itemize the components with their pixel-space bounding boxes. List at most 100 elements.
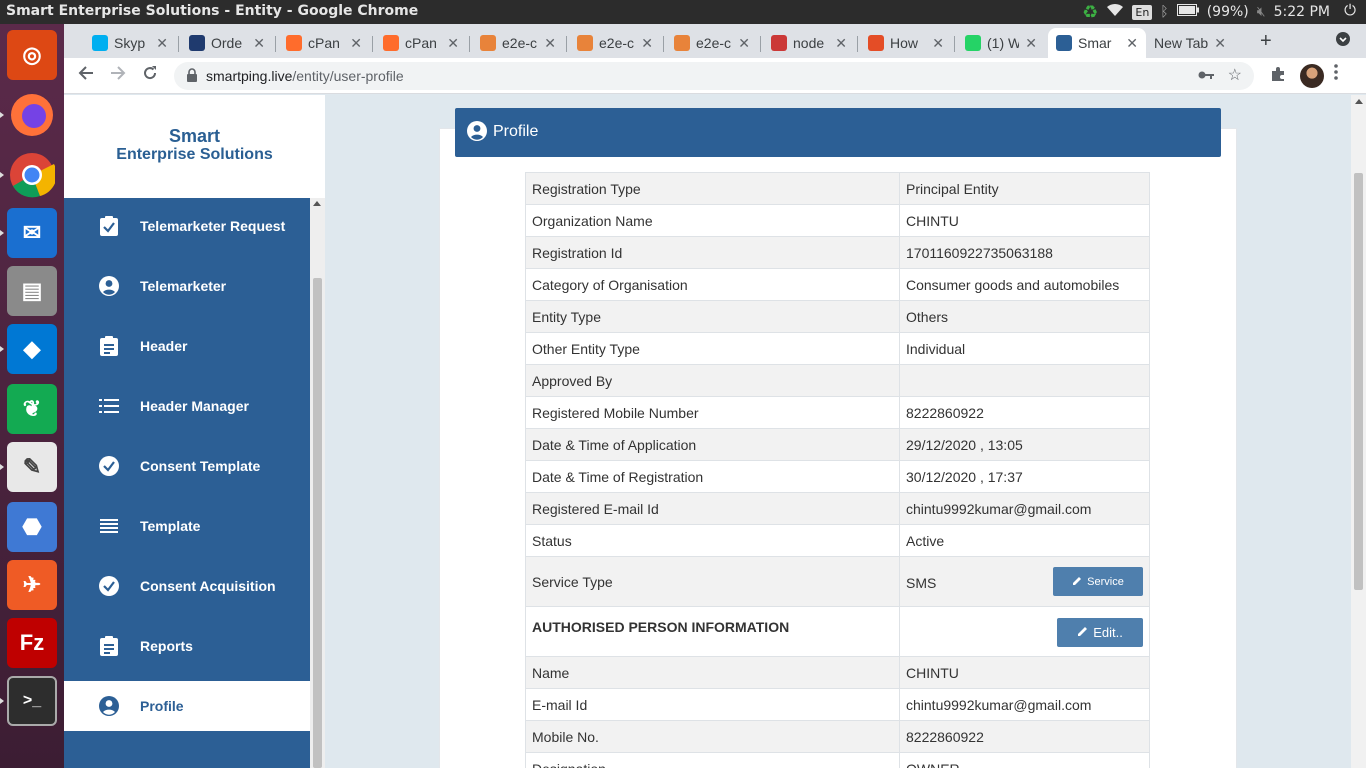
close-icon[interactable]: ✕	[1126, 35, 1138, 52]
sidebar-scrollbar[interactable]	[310, 198, 325, 768]
section-heading-row: AUTHORISED PERSON INFORMATION Edit..	[525, 606, 1150, 657]
page-scrollbar[interactable]	[1351, 95, 1366, 768]
service-type-row: Service Type SMS Service	[525, 556, 1150, 607]
sidebar-item-header[interactable]: Header	[64, 321, 310, 371]
browser-tab[interactable]: Orde ✕	[181, 28, 273, 58]
close-icon[interactable]: ✕	[835, 35, 847, 52]
browser-tab[interactable]: New Tab ✕	[1146, 28, 1234, 58]
volume-icon[interactable]: 🔇︎	[1257, 4, 1266, 20]
wifi-icon[interactable]	[1106, 3, 1124, 21]
sidebar-item-telemarketer-request[interactable]: Telemarketer Request	[64, 201, 310, 251]
sidebar-item-label: Telemarketer Request	[140, 218, 286, 234]
key-icon[interactable]	[1198, 67, 1214, 83]
browser-tab[interactable]: (1) W ✕	[957, 28, 1045, 58]
scrollbar-thumb[interactable]	[1354, 173, 1363, 590]
close-icon[interactable]: ✕	[350, 35, 362, 52]
browser-tab[interactable]: Smar ✕	[1048, 28, 1146, 58]
launcher: ◎ ✉ ▤ ◆ ❦ ✎ ⬣ ✈ Fz >_	[0, 24, 64, 768]
scrollbar-thumb[interactable]	[313, 278, 322, 768]
ubuntu-icon[interactable]: ◎	[7, 30, 57, 80]
url-path: /entity/user-profile	[292, 68, 404, 84]
table-row: Mobile No. 8222860922	[525, 720, 1150, 753]
service-button[interactable]: Service	[1053, 567, 1143, 596]
firefox-icon[interactable]	[7, 90, 57, 140]
filezilla-icon[interactable]: Fz	[7, 618, 57, 668]
browser-tab[interactable]: e2e-c ✕	[569, 28, 661, 58]
tab-search-icon[interactable]	[1336, 32, 1350, 49]
new-tab-button[interactable]: +	[1260, 30, 1272, 53]
running-indicator	[0, 698, 4, 704]
pencil-icon	[1072, 575, 1083, 589]
browser-tab[interactable]: Skyp ✕	[84, 28, 176, 58]
lock-icon[interactable]	[186, 68, 198, 85]
table-row: Status Active	[525, 524, 1150, 557]
tab-strip: Skyp ✕ Orde ✕ cPan ✕ cPan ✕ e2e-c ✕ e2e-c ✕ e2e-c ✕ no…	[64, 24, 1366, 58]
scroll-up-arrow-icon[interactable]	[313, 201, 321, 206]
table-row: Entity Type Others	[525, 300, 1150, 333]
sidebar-item-template[interactable]: Template	[64, 501, 310, 551]
close-icon[interactable]: ✕	[253, 35, 265, 52]
browser-tab[interactable]: cPan ✕	[375, 28, 467, 58]
running-indicator	[0, 346, 4, 352]
forward-icon[interactable]	[110, 65, 126, 86]
close-icon[interactable]: ✕	[738, 35, 750, 52]
field-value: Individual	[899, 332, 1150, 365]
extensions-icon[interactable]	[1270, 66, 1286, 87]
field-label: Registered E-mail Id	[525, 492, 900, 525]
browser-tab[interactable]: cPan ✕	[278, 28, 370, 58]
vscode-icon[interactable]: ◆	[7, 324, 57, 374]
field-label: Entity Type	[525, 300, 900, 333]
battery-icon[interactable]	[1176, 4, 1199, 20]
terminal-icon[interactable]: >_	[7, 676, 57, 726]
recycle-icon[interactable]: ♻	[1082, 2, 1098, 23]
sidebar-item-profile[interactable]: Profile	[64, 681, 310, 731]
close-icon[interactable]: ✕	[156, 35, 168, 52]
close-icon[interactable]: ✕	[544, 35, 556, 52]
browser-tab[interactable]: e2e-c ✕	[666, 28, 758, 58]
close-icon[interactable]: ✕	[641, 35, 653, 52]
favicon-icon	[1056, 35, 1072, 51]
chrome-menu-icon[interactable]	[1334, 64, 1338, 85]
sidebar-item-consent-acquisition[interactable]: Consent Acquisition	[64, 561, 310, 611]
field-label: Date & Time of Registration	[525, 460, 900, 493]
reload-icon[interactable]	[142, 65, 158, 86]
close-icon[interactable]: ✕	[1025, 35, 1037, 52]
sidebar-nav: Telemarketer Request Telemarketer Header He…	[64, 198, 310, 768]
tab-separator	[663, 36, 664, 52]
field-value: chintu9992kumar@gmail.com	[899, 688, 1150, 721]
browser-tab[interactable]: node ✕	[763, 28, 855, 58]
browser-tab[interactable]: e2e-c ✕	[472, 28, 564, 58]
chrome-icon[interactable]	[7, 150, 57, 200]
back-icon[interactable]	[78, 65, 94, 86]
clock[interactable]: 5:22 PM	[1274, 4, 1330, 20]
field-value: Consumer goods and automobiles	[899, 268, 1150, 301]
field-label: Category of Organisation	[525, 268, 900, 301]
thunderbird-icon[interactable]: ✉	[7, 208, 57, 258]
power-icon[interactable]: ⏻	[1344, 2, 1356, 19]
brand-line-1: Smart	[168, 126, 221, 146]
mongodb-compass-icon[interactable]: ❦	[7, 384, 57, 434]
close-icon[interactable]: ✕	[932, 35, 944, 52]
sidebar-item-reports[interactable]: Reports	[64, 621, 310, 671]
browser-tab[interactable]: How ✕	[860, 28, 952, 58]
sidebar-item-header-manager[interactable]: Header Manager	[64, 381, 310, 431]
scroll-up-arrow-icon[interactable]	[1355, 99, 1363, 104]
brand-logo[interactable]: Smart Enterprise Solutions	[64, 95, 325, 198]
address-bar[interactable]: smartping.live/entity/user-profile ☆	[174, 62, 1254, 90]
close-icon[interactable]: ✕	[1214, 35, 1226, 52]
profile-avatar[interactable]	[1300, 64, 1324, 88]
edit-button[interactable]: Edit..	[1057, 618, 1143, 647]
bookmark-star-icon[interactable]: ☆	[1228, 65, 1242, 85]
text-editor-icon[interactable]: ✎	[7, 442, 57, 492]
sidebar-item-telemarketer[interactable]: Telemarketer	[64, 261, 310, 311]
keyboard-layout-indicator[interactable]: En	[1132, 4, 1153, 20]
files-icon[interactable]: ▤	[7, 266, 57, 316]
bluetooth-icon[interactable]: ᛒ	[1160, 4, 1168, 20]
app-icon[interactable]: ⬣	[7, 502, 57, 552]
running-indicator	[0, 112, 4, 118]
sidebar-item-consent-template[interactable]: Consent Template	[64, 441, 310, 491]
field-label: Other Entity Type	[525, 332, 900, 365]
postman-icon[interactable]: ✈	[7, 560, 57, 610]
close-icon[interactable]: ✕	[447, 35, 459, 52]
field-label: Service Type	[525, 556, 900, 607]
